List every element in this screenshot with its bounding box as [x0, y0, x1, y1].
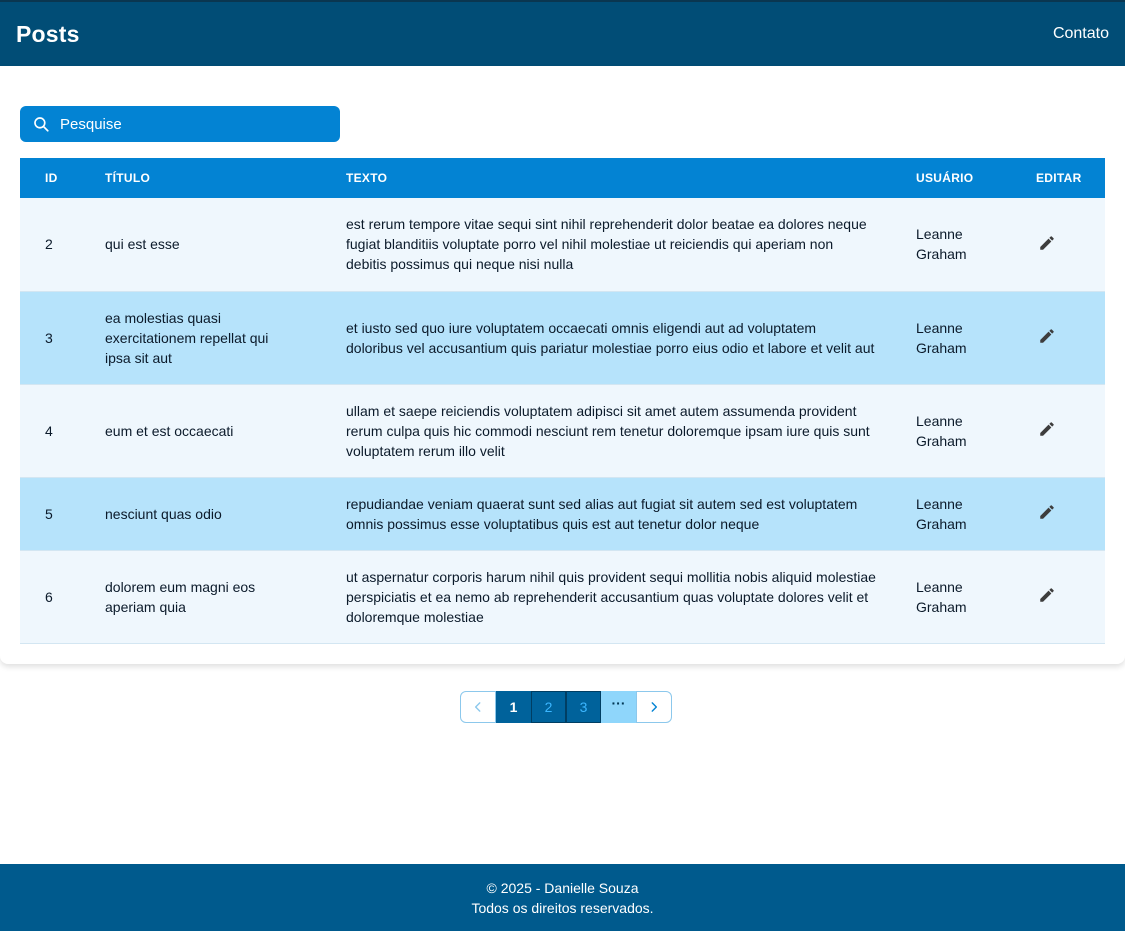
pencil-icon — [1040, 235, 1054, 250]
page-ellipsis: ··· — [601, 691, 636, 723]
footer-rights: Todos os direitos reservados. — [471, 899, 654, 916]
cell-edit — [1036, 384, 1105, 477]
cell-title: nesciunt quas odio — [105, 505, 222, 522]
column-header-id: ID — [45, 171, 58, 185]
cell-user: Leanne Graham — [916, 226, 967, 263]
cell-user: Leanne Graham — [916, 319, 967, 356]
pencil-icon — [1040, 588, 1054, 602]
pencil-icon — [1040, 329, 1054, 343]
chevron-right-icon — [651, 702, 658, 712]
search-bar[interactable] — [20, 106, 340, 142]
cell-edit — [1036, 477, 1105, 550]
cell-id: 4 — [45, 422, 53, 439]
page-title: Posts — [16, 20, 80, 47]
cell-id: 3 — [45, 329, 53, 346]
table-body: 2 qui est esse est rerum tempore vitae s… — [20, 198, 1105, 643]
cell-title: qui est esse — [105, 236, 180, 253]
cell-text: repudiandae veniam quaerat sunt sed alia… — [346, 495, 858, 532]
chevron-left-icon — [474, 702, 481, 712]
nav-link-contato[interactable]: Contato — [1053, 25, 1109, 43]
top-navbar: Posts Contato — [0, 0, 1125, 66]
table-row: 5 nesciunt quas odio repudiandae veniam … — [20, 477, 1105, 550]
column-header-user: USUÁRIO — [916, 171, 974, 185]
next-page-button[interactable] — [636, 691, 672, 723]
table-row: 4 eum et est occaecati ullam et saepe re… — [20, 384, 1105, 477]
cell-edit — [1036, 291, 1105, 384]
cell-edit — [1036, 550, 1105, 643]
posts-card: ID TÍTULO TEXTO USUÁRIO EDITAR 2 qui est… — [0, 66, 1125, 664]
table-row: 3 ea molestias quasi exercitationem repe… — [20, 291, 1105, 384]
cell-id: 6 — [45, 588, 53, 605]
page-button-2[interactable]: 2 — [531, 691, 566, 723]
table-row: 2 qui est esse est rerum tempore vitae s… — [20, 198, 1105, 291]
edit-button[interactable] — [1036, 325, 1058, 347]
cell-user: Leanne Graham — [916, 412, 967, 449]
cell-title: dolorem eum magni eos aperiam quia — [105, 578, 256, 615]
table-header: ID TÍTULO TEXTO USUÁRIO EDITAR — [20, 158, 1105, 198]
cell-title: ea molestias quasi exercitationem repell… — [105, 309, 269, 366]
search-icon — [34, 117, 49, 132]
cell-text: et iusto sed quo iure voluptatem occaeca… — [346, 319, 875, 356]
column-header-text: TEXTO — [346, 171, 388, 185]
cell-text: ullam et saepe reiciendis voluptatem adi… — [346, 402, 870, 459]
table-row: 6 dolorem eum magni eos aperiam quia ut … — [20, 550, 1105, 643]
edit-button[interactable] — [1036, 418, 1058, 440]
pencil-icon — [1040, 505, 1054, 519]
cell-text: est rerum tempore vitae sequi sint nihil… — [346, 216, 867, 273]
edit-button[interactable] — [1036, 584, 1058, 606]
cell-id: 2 — [45, 236, 53, 253]
column-header-edit: EDITAR — [1036, 171, 1082, 185]
cell-user: Leanne Graham — [916, 578, 967, 615]
pencil-icon — [1040, 422, 1054, 436]
cell-id: 5 — [45, 505, 53, 522]
page-button-3[interactable]: 3 — [566, 691, 601, 723]
cell-text: ut aspernatur corporis harum nihil quis … — [346, 568, 876, 625]
cell-title: eum et est occaecati — [105, 422, 234, 439]
footer-copyright: © 2025 - Danielle Souza — [486, 879, 639, 896]
cell-user: Leanne Graham — [916, 495, 967, 532]
page-button-1[interactable]: 1 — [496, 691, 531, 723]
prev-page-button[interactable] — [460, 691, 496, 723]
cell-edit — [1036, 198, 1105, 291]
edit-button[interactable] — [1036, 232, 1058, 254]
edit-button[interactable] — [1036, 501, 1058, 523]
posts-table: ID TÍTULO TEXTO USUÁRIO EDITAR 2 qui est… — [20, 158, 1105, 644]
footer: © 2025 - Danielle Souza Todos os direito… — [0, 864, 1125, 931]
pagination: 1 2 3 ··· — [460, 691, 672, 723]
column-header-title: TÍTULO — [105, 171, 151, 185]
search-input[interactable] — [60, 115, 310, 133]
